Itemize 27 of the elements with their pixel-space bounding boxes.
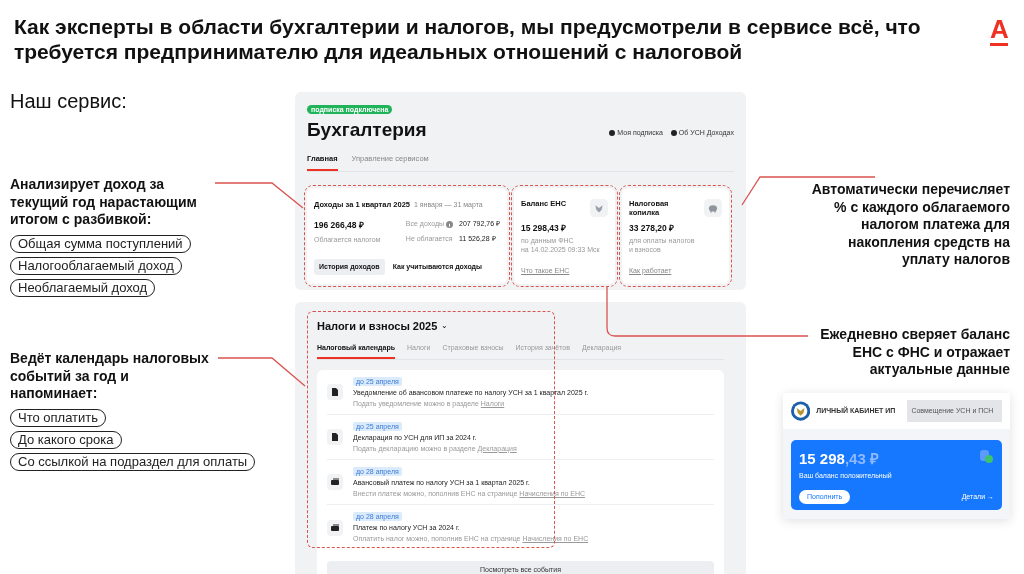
document-icon	[327, 429, 343, 445]
info-icon	[446, 221, 453, 229]
callout-text: Анализирует доход за текущий год нарастающим итогом с разбивкой:	[10, 176, 198, 229]
circle-icon	[670, 129, 677, 136]
circle-icon	[609, 129, 616, 136]
wallet-icon	[327, 519, 343, 536]
piggy-bank-icon	[704, 199, 722, 218]
emblem-icon	[590, 199, 608, 218]
emblem-icon	[791, 401, 811, 421]
document-icon	[327, 384, 343, 400]
amount-text: 196 266,48 ₽	[314, 218, 365, 232]
slide-title: Как эксперты в области бухгалтерии и налогов, мы предусмотрели в сервисе всё, что требуется предпринимателю для идеальных отношений с налоговой	[14, 14, 922, 64]
amount-text: 33 278,20 ₽	[629, 222, 676, 235]
balance-amount: 15 298	[799, 449, 845, 469]
section-title: Налоги и взносы 2025	[317, 319, 438, 334]
callout-text: Автоматически перечисляет % с каждого облагаемого налогом платежа для накопления средств на уплату налогов	[810, 181, 1010, 269]
amount-text: 15 298,43 ₽	[521, 222, 568, 235]
wallet-icon	[327, 474, 343, 490]
callout-text: Ведёт календарь налоговых событий за год и напоминает:	[10, 350, 210, 403]
chevron-text[interactable]: ⌄	[441, 322, 449, 331]
logo-bar	[990, 43, 1009, 46]
coins-icon	[978, 448, 994, 464]
page-title: Бухгалтерия	[307, 119, 427, 141]
logo-letter: А	[990, 16, 1009, 42]
callout-text: Ежедневно сверяет баланс ЕНС с ФНС и отражает актуальные данные	[819, 326, 1010, 379]
subtitle: Наш сервис:	[10, 89, 127, 113]
balance-cents: ,43 ₽	[844, 449, 879, 469]
